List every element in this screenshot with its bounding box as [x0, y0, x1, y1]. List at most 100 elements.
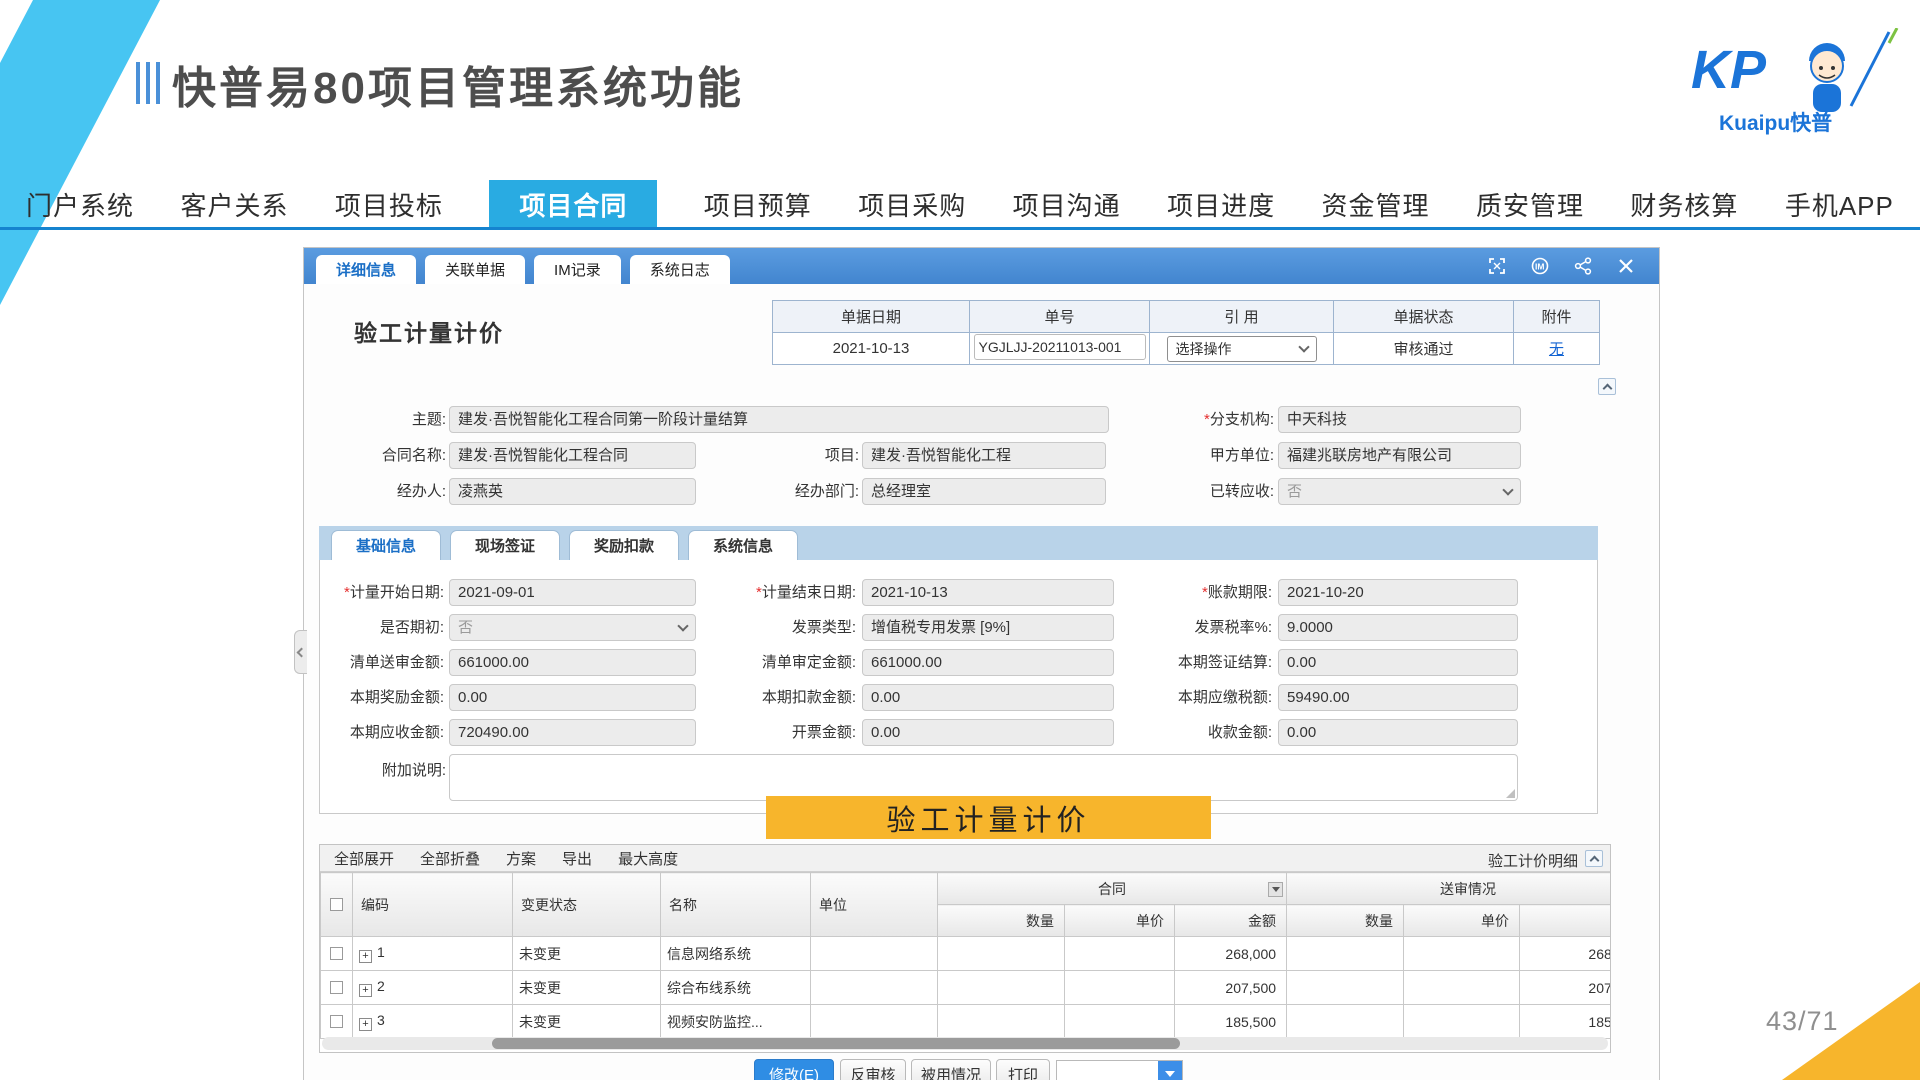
chevron-down-icon: [1298, 341, 1309, 352]
corner-stripe: [0, 0, 200, 330]
measure-end-input[interactable]: 2021-10-13: [862, 579, 1114, 606]
invoice-tax-rate-input[interactable]: 9.0000: [1278, 614, 1518, 641]
chevron-down-icon: [677, 620, 688, 631]
nav-item-contract-active[interactable]: 项目合同: [489, 180, 657, 228]
row-checkbox[interactable]: [330, 981, 343, 994]
more-actions-dropdown[interactable]: [1056, 1060, 1183, 1080]
list-approved-input[interactable]: 661000.00: [862, 649, 1114, 676]
expand-row-icon[interactable]: +: [359, 984, 372, 997]
table-row[interactable]: +2 未变更 综合布线系统 207,500 207,500: [321, 971, 1612, 1005]
nav-item-procurement[interactable]: 项目采购: [858, 186, 966, 223]
party-a-label: 甲方单位:: [1134, 442, 1274, 469]
nav-item-crm[interactable]: 客户关系: [180, 186, 288, 223]
party-a-input[interactable]: 福建兆联房地产有限公司: [1278, 442, 1521, 469]
form-title: 验工计量计价: [354, 314, 504, 348]
receivable-amount-input[interactable]: 720490.00: [449, 719, 696, 746]
table-row[interactable]: +1 未变更 信息网络系统 268,000 268,000: [321, 937, 1612, 971]
transferred-select[interactable]: 否: [1278, 478, 1521, 505]
deduction-amount-input[interactable]: 0.00: [862, 684, 1114, 711]
doc-col-reference: 引 用: [1150, 301, 1334, 333]
col-review-price: 单价: [1404, 905, 1520, 937]
nav-item-budget[interactable]: 项目预算: [704, 186, 812, 223]
collapse-grid-button[interactable]: [1585, 850, 1603, 867]
subtab-strip: 基础信息 现场签证 奖励扣款 系统信息: [319, 526, 1598, 560]
collapse-header-button[interactable]: [1598, 378, 1616, 395]
nav-item-funds[interactable]: 资金管理: [1322, 186, 1430, 223]
usage-button[interactable]: 被用情况: [911, 1059, 991, 1080]
row-checkbox[interactable]: [330, 1015, 343, 1028]
fullscreen-icon[interactable]: [1488, 257, 1506, 275]
payment-deadline-label: *账款期限:: [1134, 579, 1272, 606]
logo-monogram: KP: [1691, 40, 1767, 100]
receivable-amount-label: 本期应收金额:: [312, 719, 444, 746]
contract-name-label: 合同名称:: [342, 442, 446, 469]
tab-im-records[interactable]: IM记录: [534, 255, 621, 284]
measure-end-label: *计量结束日期:: [734, 579, 856, 606]
visa-settlement-input[interactable]: 0.00: [1278, 649, 1518, 676]
expand-row-icon[interactable]: +: [359, 1018, 372, 1031]
contract-name-input[interactable]: 建发·吾悦智能化工程合同: [449, 442, 696, 469]
col-contract-price: 单价: [1065, 905, 1175, 937]
nav-item-communication[interactable]: 项目沟通: [1013, 186, 1121, 223]
subtab-site-visa[interactable]: 现场签证: [450, 530, 560, 560]
detail-grid-table: 编码 变更状态 名称 单位 合同 送审情况 数量 单价 金额: [320, 872, 1611, 1039]
nav-item-finance[interactable]: 财务核算: [1630, 186, 1738, 223]
dropdown-arrow-icon[interactable]: [1158, 1061, 1182, 1080]
export-button[interactable]: 导出: [562, 848, 592, 869]
invoiced-amount-input[interactable]: 0.00: [862, 719, 1114, 746]
tab-detail-info[interactable]: 详细信息: [316, 255, 416, 284]
nav-item-bidding[interactable]: 项目投标: [335, 186, 443, 223]
attachment-link[interactable]: 无: [1549, 341, 1564, 358]
contract-column-menu-arrow[interactable]: [1268, 882, 1283, 897]
initial-period-select[interactable]: 否: [449, 614, 696, 641]
invoice-type-input[interactable]: 增值税专用发票 [9%]: [862, 614, 1114, 641]
print-button[interactable]: 打印: [996, 1059, 1050, 1080]
horizontal-scrollbar[interactable]: [322, 1037, 1608, 1050]
page-number: 43/71: [1766, 1006, 1839, 1037]
handler-input[interactable]: 凌燕英: [449, 478, 696, 505]
close-icon[interactable]: [1617, 257, 1635, 275]
expand-row-icon[interactable]: +: [359, 950, 372, 963]
titlebar-icons: IM: [1488, 257, 1659, 275]
payment-deadline-input[interactable]: 2021-10-20: [1278, 579, 1518, 606]
chevron-up-icon: [1602, 384, 1612, 394]
max-height-button[interactable]: 最大高度: [618, 848, 678, 869]
list-submitted-input[interactable]: 661000.00: [449, 649, 696, 676]
subtab-basic-info[interactable]: 基础信息: [331, 530, 441, 560]
reward-amount-input[interactable]: 0.00: [449, 684, 696, 711]
resize-handle-icon[interactable]: [1506, 789, 1515, 798]
branch-input[interactable]: 中天科技: [1278, 406, 1521, 433]
row-checkbox[interactable]: [330, 947, 343, 960]
tax-payable-input[interactable]: 59490.00: [1278, 684, 1518, 711]
unapprove-button[interactable]: 反审核: [840, 1059, 906, 1080]
subtab-system-info[interactable]: 系统信息: [688, 530, 798, 560]
scrollbar-thumb[interactable]: [492, 1038, 1180, 1049]
nav-item-quality[interactable]: 质安管理: [1476, 186, 1584, 223]
nav-item-mobile-app[interactable]: 手机APP: [1785, 186, 1894, 223]
expand-all-button[interactable]: 全部展开: [334, 848, 394, 869]
table-row[interactable]: +3 未变更 视频安防监控... 185,500 185,500: [321, 1005, 1612, 1039]
nav-item-progress[interactable]: 项目进度: [1167, 186, 1275, 223]
subtab-reward-deduction[interactable]: 奖励扣款: [569, 530, 679, 560]
tab-system-log[interactable]: 系统日志: [630, 255, 730, 284]
invoice-tax-rate-label: 发票税率%:: [1134, 614, 1272, 641]
im-icon[interactable]: IM: [1531, 257, 1549, 275]
nav-item-portal[interactable]: 门户系统: [26, 186, 134, 223]
doc-status-value: 审核通过: [1334, 333, 1514, 365]
doc-number-input[interactable]: YGJLJJ-20211013-001: [974, 334, 1146, 360]
subject-input[interactable]: 建发·吾悦智能化工程合同第一阶段计量结算: [449, 406, 1109, 433]
remark-textarea[interactable]: [449, 754, 1518, 801]
scheme-button[interactable]: 方案: [506, 848, 536, 869]
measure-start-input[interactable]: 2021-09-01: [449, 579, 696, 606]
reference-action-select[interactable]: 选择操作: [1167, 336, 1317, 362]
share-icon[interactable]: [1574, 257, 1592, 275]
collapse-side-handle[interactable]: [294, 630, 307, 674]
select-all-checkbox[interactable]: [330, 898, 343, 911]
project-input[interactable]: 建发·吾悦智能化工程: [862, 442, 1106, 469]
doc-col-status: 单据状态: [1334, 301, 1514, 333]
modify-button[interactable]: 修改(E): [754, 1059, 834, 1080]
collapse-all-button[interactable]: 全部折叠: [420, 848, 480, 869]
handler-dept-input[interactable]: 总经理室: [862, 478, 1106, 505]
received-amount-input[interactable]: 0.00: [1278, 719, 1518, 746]
tab-related-docs[interactable]: 关联单据: [425, 255, 525, 284]
